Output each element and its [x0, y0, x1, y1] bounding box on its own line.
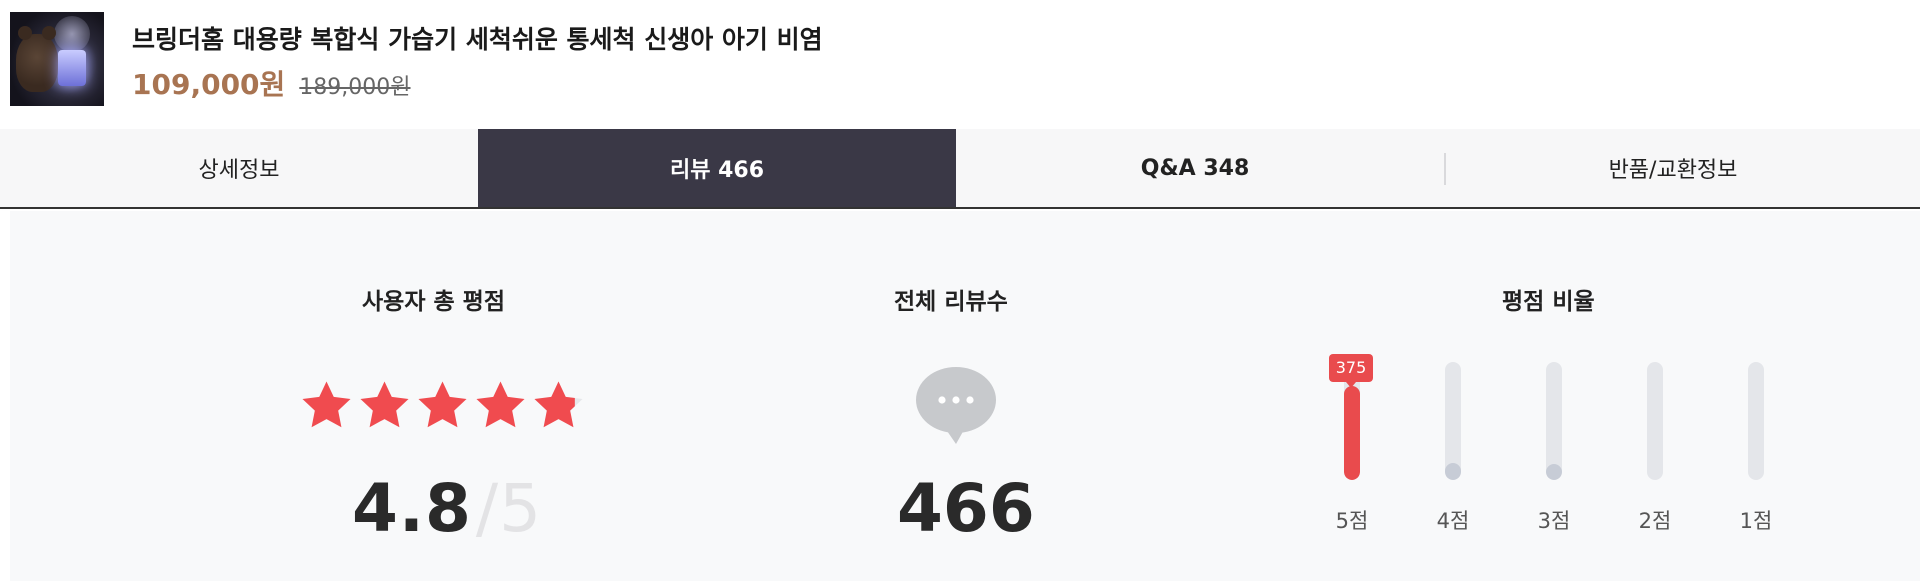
rating-bar-label: 4점 — [1436, 509, 1470, 533]
star-rating — [298, 378, 588, 434]
rating-title: 사용자 총 평점 — [362, 289, 505, 315]
speech-bubble-icon — [915, 366, 997, 446]
original-price: 189,000원 — [299, 75, 411, 100]
tab-return-exchange[interactable]: 반품/교환정보 — [1434, 129, 1912, 207]
top-count-badge: 375 — [1329, 354, 1373, 388]
star-icon — [472, 378, 529, 434]
sale-price: 109,000원 — [132, 68, 286, 101]
rating-bar-2 — [1647, 362, 1663, 480]
rating-bar-fill — [1445, 463, 1461, 480]
rating-slash: / — [475, 470, 500, 547]
rating-bar-label: 5점 — [1335, 509, 1369, 533]
product-header: 브링더홈 대용량 복합식 가습기 세척쉬운 통세척 신생아 아기 비염 109,… — [0, 0, 1920, 130]
tab-detail-info[interactable]: 상세정보 — [0, 129, 478, 207]
rating-bar-fill — [1546, 464, 1562, 480]
tab-reviews[interactable]: 리뷰 466 — [478, 129, 956, 207]
product-thumbnail[interactable] — [10, 12, 104, 106]
price-row: 109,000원 189,000원 — [132, 63, 411, 103]
rating-bar-1 — [1748, 362, 1764, 480]
rating-bar-4 — [1445, 362, 1461, 480]
rating-bar-label: 2점 — [1638, 509, 1672, 533]
star-icon — [356, 378, 413, 434]
rating-max: 5 — [499, 470, 543, 547]
tab-qna[interactable]: Q&A 348 — [956, 129, 1434, 207]
rating-bar-label: 1점 — [1739, 509, 1773, 533]
distribution-title: 평점 비율 — [1502, 289, 1595, 315]
product-title: 브링더홈 대용량 복합식 가습기 세척쉬운 통세척 신생아 아기 비염 — [132, 25, 823, 54]
tab-bar: 상세정보 리뷰 466 Q&A 348 반품/교환정보 — [0, 129, 1920, 209]
rating-bar-3 — [1546, 362, 1562, 480]
review-count: 466 — [897, 470, 1035, 547]
reviews-title: 전체 리뷰수 — [894, 289, 1008, 315]
tab-divider — [1444, 153, 1446, 185]
star-icon — [298, 378, 355, 434]
star-icon — [414, 378, 471, 434]
rating-bar-fill — [1344, 386, 1360, 480]
rating-score: 4.8/5 — [352, 470, 542, 547]
rating-value: 4.8 — [352, 470, 472, 547]
star-partial-icon — [530, 378, 587, 434]
rating-bar-label: 3점 — [1537, 509, 1571, 533]
